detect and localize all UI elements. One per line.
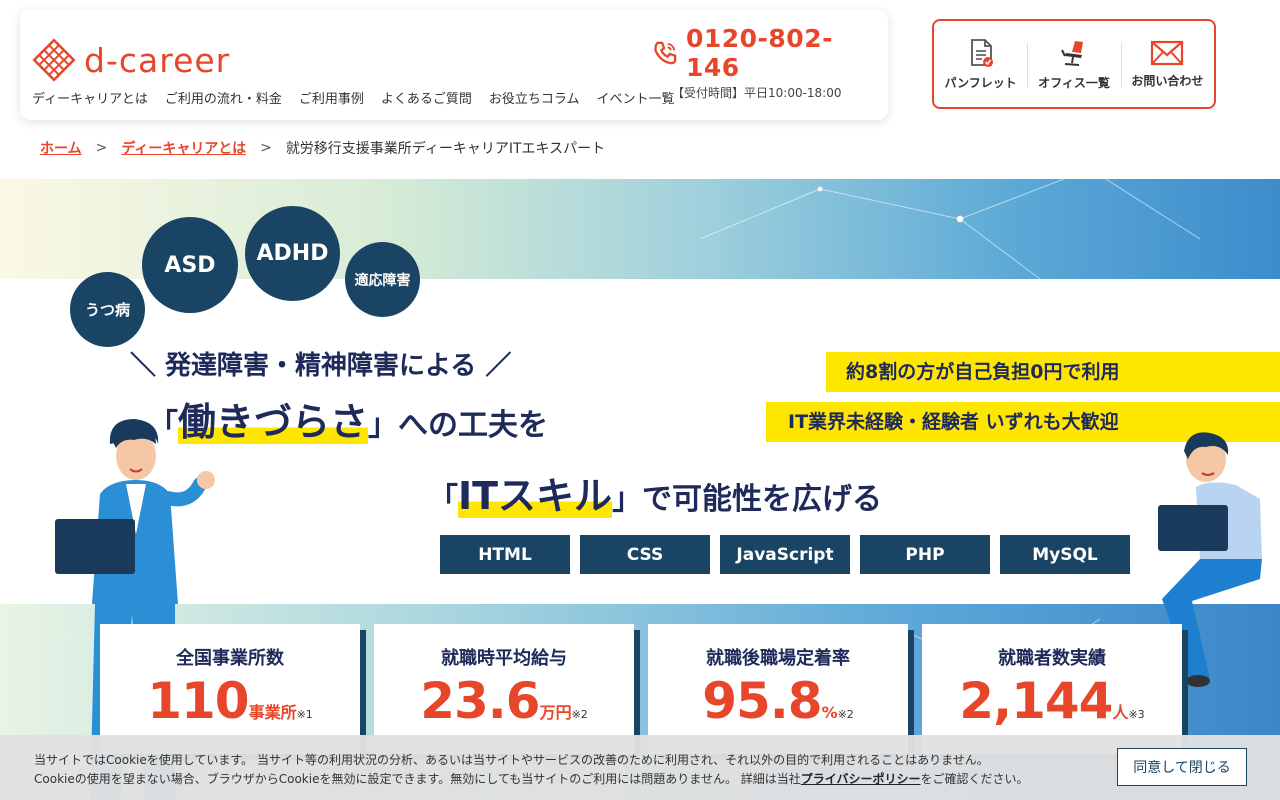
- cookie-line-1: 当サイトではCookieを使用しています。 当サイト等の利用状況の分析、あるいは…: [34, 753, 989, 767]
- stat-note: ※3: [1128, 708, 1145, 721]
- bubble-asd: ASD: [142, 217, 238, 313]
- stat-label: 全国事業所数: [176, 648, 284, 669]
- logo-diamond-icon: [32, 38, 76, 82]
- logo[interactable]: d-career: [32, 38, 230, 82]
- nav-flow-price[interactable]: ご利用の流れ・料金: [165, 88, 282, 107]
- headline-highlight-it-skill: ITスキル: [458, 474, 613, 518]
- skill-tags: HTML CSS JavaScript PHP MySQL: [440, 535, 1130, 574]
- quick-links: パンフレット オフィス一覧 お問い合わせ: [932, 19, 1216, 109]
- breadcrumb: ホーム > ディーキャリアとは > 就労移行支援事業所ディーキャリアITエキスパ…: [40, 138, 605, 158]
- skill-javascript: JavaScript: [720, 535, 850, 574]
- site-header: d-career ディーキャリアとは ご利用の流れ・料金 ご利用事例 よくあるご…: [20, 10, 888, 120]
- breadcrumb-separator: >: [260, 140, 272, 156]
- stat-note: ※1: [296, 708, 313, 721]
- office-chair-icon: [1061, 40, 1083, 66]
- headline-bracket: 「: [428, 482, 458, 517]
- cookie-accept-button[interactable]: 同意して閉じる: [1117, 748, 1247, 786]
- mail-icon: [1151, 40, 1184, 65]
- nav-faq[interactable]: よくあるご質問: [381, 88, 472, 107]
- headline-rest: 」への工夫を: [368, 408, 549, 443]
- stat-unit: 万円: [539, 703, 572, 722]
- bubble-depression: うつ病: [70, 272, 145, 347]
- breadcrumb-separator: >: [95, 140, 108, 156]
- bubble-adjustment-disorder: 適応障害: [345, 242, 420, 317]
- skill-html: HTML: [440, 535, 570, 574]
- stat-value: 23.6: [420, 672, 540, 730]
- nav-column[interactable]: お役立ちコラム: [489, 88, 580, 107]
- stat-label: 就職後職場定着率: [706, 648, 850, 669]
- cookie-line-2-start: Cookieの使用を望まない場合、ブラウザからCookieを無効に設定できます。…: [34, 772, 801, 786]
- stat-unit: %: [821, 703, 838, 722]
- phone-icon: [654, 41, 677, 65]
- cookie-banner: 当サイトではCookieを使用しています。 当サイト等の利用状況の分析、あるいは…: [0, 735, 1280, 800]
- quick-contact[interactable]: お問い合わせ: [1120, 21, 1214, 107]
- stat-label: 就職者数実績: [998, 648, 1106, 669]
- hero-section: うつ病 ASD ADHD 適応障害 ＼ 発達障害・精神障害による ／ 「働きづら…: [0, 179, 1280, 800]
- cookie-line-2-end: をご確認ください。: [920, 772, 1029, 786]
- quick-contact-label: お問い合わせ: [1131, 73, 1204, 88]
- main-nav: ディーキャリアとは ご利用の流れ・料金 ご利用事例 よくあるご質問 お役立ちコラ…: [32, 88, 692, 107]
- bubble-adhd: ADHD: [245, 206, 340, 301]
- cookie-text: 当サイトではCookieを使用しています。 当サイト等の利用状況の分析、あるいは…: [34, 751, 1029, 789]
- skill-php: PHP: [860, 535, 990, 574]
- stat-note: ※2: [837, 708, 854, 721]
- quick-pamphlet-label: パンフレット: [944, 75, 1017, 90]
- phone-contact[interactable]: 0120-802-146 【受付時間】平日10:00-18:00: [652, 24, 872, 101]
- badge-self-pay: 約8割の方が自己負担0円で利用: [826, 352, 1280, 392]
- breadcrumb-about[interactable]: ディーキャリアとは: [121, 138, 246, 158]
- nav-about[interactable]: ディーキャリアとは: [32, 88, 148, 107]
- headline-rest: 」で可能性を広げる: [612, 482, 883, 517]
- quick-pamphlet[interactable]: パンフレット: [934, 21, 1027, 107]
- skill-mysql: MySQL: [1000, 535, 1130, 574]
- pamphlet-icon: [970, 38, 993, 67]
- quick-office-list[interactable]: オフィス一覧: [1027, 21, 1120, 107]
- stat-value: 2,144: [959, 672, 1113, 730]
- phone-number: 0120-802-146: [685, 24, 833, 82]
- stat-note: ※2: [571, 708, 588, 721]
- stat-value: 95.8: [702, 672, 822, 730]
- breadcrumb-home[interactable]: ホーム: [40, 138, 82, 158]
- stat-unit: 事業所: [248, 703, 297, 722]
- logo-text: d-career: [84, 40, 231, 80]
- privacy-policy-link[interactable]: プライバシーポリシー: [801, 772, 921, 786]
- stat-unit: 人: [1112, 703, 1129, 722]
- stat-label: 就職時平均給与: [441, 648, 567, 669]
- phone-hours: 【受付時間】平日10:00-18:00: [672, 86, 842, 100]
- quick-office-label: オフィス一覧: [1038, 75, 1110, 90]
- skill-css: CSS: [580, 535, 710, 574]
- hero-headline-3: 「ITスキル」で可能性を広げる: [428, 465, 882, 520]
- breadcrumb-current: 就労移行支援事業所ディーキャリアITエキスパート: [285, 141, 606, 157]
- cookie-line-2: Cookieの使用を望まない場合、ブラウザからCookieを無効に設定できます。…: [34, 770, 1029, 789]
- hero-headline-1: ＼ 発達障害・精神障害による ／: [130, 351, 512, 381]
- stat-value: 110: [147, 672, 249, 730]
- nav-cases[interactable]: ご利用事例: [299, 88, 364, 107]
